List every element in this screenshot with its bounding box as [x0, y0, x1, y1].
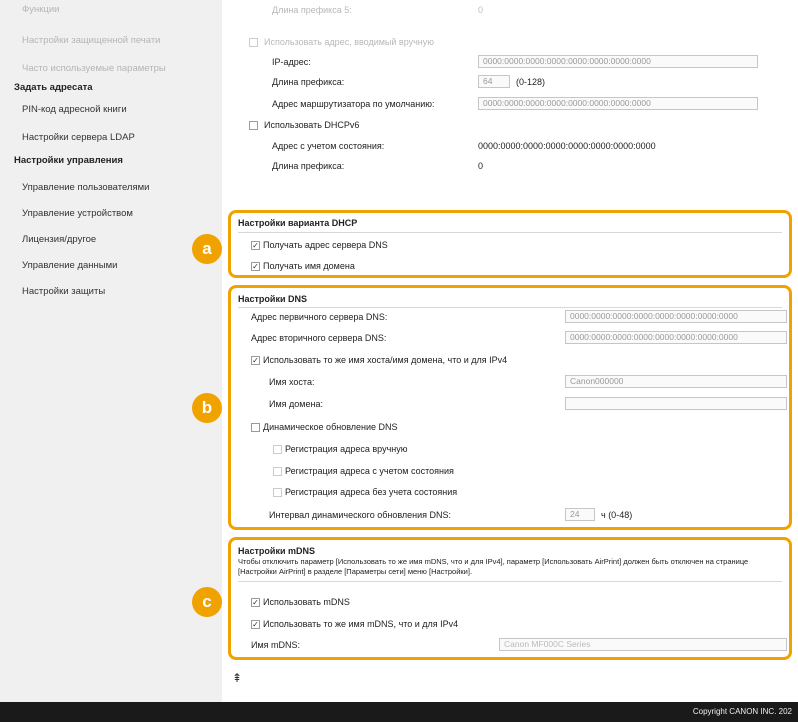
dhcp-options-section: Настройки варианта DHCP ✓ Получать адрес…: [228, 210, 792, 278]
sidebar-item-addressbook-pin[interactable]: PIN-код адресной книги: [22, 104, 127, 115]
use-mdns-label: Использовать mDNS: [263, 597, 350, 607]
ip-address-label: IP-адрес:: [272, 57, 311, 67]
secondary-dns-field[interactable]: 0000:0000:0000:0000:0000:0000:0000:0000: [565, 331, 787, 344]
sidebar-group-management: Настройки управления: [14, 155, 123, 166]
callout-badge-a: a: [192, 234, 222, 264]
reg-stateless-checkbox[interactable]: [273, 488, 282, 497]
sidebar-item-functions[interactable]: Функции: [22, 4, 59, 15]
footer: Copyright CANON INC. 202: [0, 702, 798, 722]
domain-name-label: Имя домена:: [269, 399, 323, 409]
dyn-interval-unit: ч (0-48): [601, 510, 633, 520]
ip-address-field[interactable]: 0000:0000:0000:0000:0000:0000:0000:0000: [478, 55, 758, 68]
get-dns-label: Получать адрес сервера DNS: [263, 240, 388, 250]
primary-dns-field[interactable]: 0000:0000:0000:0000:0000:0000:0000:0000: [565, 310, 787, 323]
dns-settings-title: Настройки DNS: [238, 294, 307, 304]
same-mdns-checkbox[interactable]: ✓: [251, 620, 260, 629]
divider: [238, 581, 782, 582]
sidebar-item-device-management[interactable]: Управление устройством: [22, 208, 133, 219]
reg-manual-checkbox[interactable]: [273, 445, 282, 454]
copyright-text: Copyright CANON INC. 202: [692, 707, 792, 716]
sidebar-item-user-management[interactable]: Управление пользователями: [22, 182, 149, 193]
mdns-settings-title: Настройки mDNS: [238, 546, 315, 556]
dynamic-dns-checkbox[interactable]: [251, 423, 260, 432]
reg-manual-label: Регистрация адреса вручную: [285, 444, 408, 454]
dhcp-prefix-length-value: 0: [478, 161, 484, 171]
prefix-length-range: (0-128): [516, 77, 546, 87]
dyn-interval-field[interactable]: 24: [565, 508, 595, 521]
dhcp-prefix-length-label: Длина префикса:: [272, 161, 345, 171]
manual-address-label: Использовать адрес, вводимый вручную: [264, 37, 435, 47]
divider: [238, 232, 782, 233]
domain-name-field[interactable]: [565, 397, 787, 410]
stateful-address-value: 0000:0000:0000:0000:0000:0000:0000:0000: [478, 141, 656, 151]
same-mdns-label: Использовать то же имя mDNS, что и для I…: [263, 619, 459, 629]
mdns-settings-section: Настройки mDNS Чтобы отключить параметр …: [228, 537, 792, 660]
callout-badge-b: b: [192, 393, 222, 423]
dhcpv6-label: Использовать DHCPv6: [264, 120, 360, 130]
get-dns-checkbox[interactable]: ✓: [251, 241, 260, 250]
prefix-length-label: Длина префикса:: [272, 77, 345, 87]
prefix-length-5-value: 0: [478, 5, 484, 15]
stateful-address-label: Адрес с учетом состояния:: [272, 141, 385, 151]
sidebar: Функции Настройки защищенной печати Част…: [0, 0, 222, 702]
reg-stateful-checkbox[interactable]: [273, 467, 282, 476]
secondary-dns-label: Адрес вторичного сервера DNS:: [251, 333, 387, 343]
reg-stateful-label: Регистрация адреса с учетом состояния: [285, 466, 454, 476]
sidebar-item-license[interactable]: Лицензия/другое: [22, 234, 96, 245]
main-content: Длина префикса 5: 0 Использовать адрес, …: [222, 0, 798, 702]
mdns-name-label: Имя mDNS:: [251, 640, 301, 650]
default-gateway-label: Адрес маршрутизатора по умолчанию:: [272, 99, 435, 109]
same-hostname-label: Использовать то же имя хоста/имя домена,…: [263, 355, 508, 365]
dhcpv6-checkbox[interactable]: [249, 121, 258, 130]
mdns-name-field[interactable]: Canon MF000C Series: [499, 638, 787, 651]
same-hostname-checkbox[interactable]: ✓: [251, 356, 260, 365]
sidebar-item-ldap[interactable]: Настройки сервера LDAP: [22, 132, 135, 143]
use-mdns-checkbox[interactable]: ✓: [251, 598, 260, 607]
sidebar-item-data-management[interactable]: Управление данными: [22, 260, 117, 271]
sidebar-group-destinations: Задать адресата: [14, 82, 93, 93]
get-domain-checkbox[interactable]: ✓: [251, 262, 260, 271]
dhcp-options-title: Настройки варианта DHCP: [238, 218, 358, 228]
callout-badge-c: c: [192, 587, 222, 617]
hostname-field[interactable]: Canon000000: [565, 375, 787, 388]
to-top-icon[interactable]: ⇞: [232, 671, 242, 685]
dynamic-dns-label: Динамическое обновление DNS: [263, 422, 398, 432]
divider: [238, 307, 782, 308]
default-gateway-field[interactable]: 0000:0000:0000:0000:0000:0000:0000:0000: [478, 97, 758, 110]
hostname-label: Имя хоста:: [269, 377, 315, 387]
reg-stateless-label: Регистрация адреса без учета состояния: [285, 487, 458, 497]
dns-settings-section: Настройки DNS Адрес первичного сервера D…: [228, 285, 792, 530]
sidebar-item-security[interactable]: Настройки защиты: [22, 286, 105, 297]
mdns-note: Чтобы отключить параметр [Использовать т…: [238, 557, 749, 576]
primary-dns-label: Адрес первичного сервера DNS:: [251, 312, 388, 322]
dyn-interval-label: Интервал динамического обновления DNS:: [269, 510, 452, 520]
sidebar-item-secure-print[interactable]: Настройки защищенной печати: [22, 35, 161, 46]
prefix-length-5-label: Длина префикса 5:: [272, 5, 352, 15]
prefix-length-field[interactable]: 64: [478, 75, 510, 88]
get-domain-label: Получать имя домена: [263, 261, 355, 271]
sidebar-item-frequent-settings[interactable]: Часто используемые параметры: [22, 63, 166, 74]
manual-address-checkbox[interactable]: [249, 38, 258, 47]
